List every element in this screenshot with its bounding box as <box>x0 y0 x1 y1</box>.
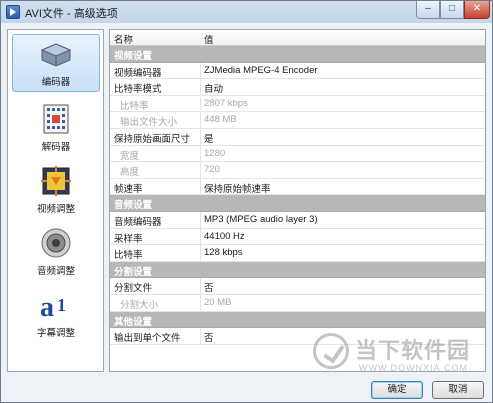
window-title: AVI文件 - 高级选项 <box>25 8 118 20</box>
grid-header: 名称 值 <box>110 30 485 46</box>
watermark-url: WWW.DOWNXIA.COM <box>359 363 468 373</box>
property-name: 高度 <box>120 167 140 179</box>
property-value: 20 MB <box>204 296 232 308</box>
subtitle-text-icon: a 1 <box>39 289 73 323</box>
property-value: 720 <box>204 164 220 176</box>
section-header-row: 其他设置 <box>110 311 485 329</box>
column-header-name[interactable]: 名称 <box>114 32 133 46</box>
dialog-window: AVI文件 - 高级选项 – □ ✕ 编码器 解码器 视频调整 音频调整 a 1… <box>0 0 493 403</box>
section-title: 其他设置 <box>114 316 153 328</box>
property-value: 1280 <box>204 147 226 159</box>
section-header-row: 视频设置 <box>110 46 485 63</box>
column-divider <box>200 128 201 145</box>
property-name: 音频编码器 <box>114 216 162 228</box>
section-header-row: 音频设置 <box>110 195 485 212</box>
section-title: 视频设置 <box>114 51 153 62</box>
downxia-logo-icon <box>313 333 349 369</box>
property-row[interactable]: 比特率 128 kbps <box>110 245 485 262</box>
property-row[interactable]: 宽度 1280 <box>110 145 485 163</box>
column-divider <box>200 328 201 344</box>
column-divider <box>200 112 201 128</box>
sidebar-item-decoder[interactable]: 解码器 <box>12 100 100 158</box>
property-row[interactable]: 分割文件 否 <box>110 278 485 295</box>
dialog-body: 编码器 解码器 视频调整 音频调整 a 1 字幕调整 名称 值 视频设置 视频编… <box>7 29 486 372</box>
encoder-device-icon <box>39 38 73 70</box>
speaker-icon <box>39 227 73 259</box>
video-adjust-icon <box>39 165 73 197</box>
property-name: 分割文件 <box>114 283 153 295</box>
property-name: 采样率 <box>114 233 143 245</box>
maximize-button[interactable]: □ <box>440 1 464 19</box>
property-value[interactable]: 否 <box>204 280 214 294</box>
column-divider <box>200 228 201 245</box>
ok-button[interactable]: 确定 <box>371 381 423 399</box>
property-value: 448 MB <box>204 114 237 126</box>
column-divider <box>200 145 201 162</box>
category-sidebar: 编码器 解码器 视频调整 音频调整 a 1 字幕调整 <box>7 29 104 372</box>
sidebar-item-label: 字幕调整 <box>36 328 75 339</box>
watermark-title: 当下软件园 <box>355 338 471 363</box>
sidebar-item-label: 解码器 <box>41 142 71 153</box>
property-value[interactable]: ZJMedia MPEG-4 Encoder <box>204 65 318 76</box>
column-divider <box>200 95 201 112</box>
section-title: 音频设置 <box>114 200 153 212</box>
property-name: 输出文件大小 <box>120 117 178 129</box>
property-value[interactable]: 保持原始帧速率 <box>204 181 271 195</box>
property-value[interactable]: 128 kbps <box>204 247 243 258</box>
column-divider <box>200 245 201 261</box>
column-divider <box>200 294 201 311</box>
property-name: 输出到单个文件 <box>114 333 181 345</box>
svg-text:1: 1 <box>57 295 66 315</box>
column-divider <box>200 178 201 195</box>
minimize-button[interactable]: – <box>416 1 440 19</box>
sidebar-item-video-adjust[interactable]: 视频调整 <box>12 162 100 220</box>
column-divider <box>200 162 201 178</box>
property-value[interactable]: 自动 <box>204 81 223 95</box>
property-name: 宽度 <box>120 150 140 162</box>
property-row[interactable]: 输出文件大小 448 MB <box>110 112 485 129</box>
column-divider <box>200 211 201 228</box>
sidebar-item-subtitle-adjust[interactable]: a 1 字幕调整 <box>12 286 100 344</box>
property-name: 比特率模式 <box>114 84 162 96</box>
property-name: 帧速率 <box>114 183 143 195</box>
sidebar-item-label: 音频调整 <box>36 266 75 277</box>
sidebar-item-label: 视频调整 <box>36 204 75 215</box>
property-row[interactable]: 比特率模式 自动 <box>110 79 485 96</box>
column-divider <box>200 62 201 79</box>
property-row[interactable]: 高度 720 <box>110 162 485 179</box>
sidebar-item-audio-adjust[interactable]: 音频调整 <box>12 224 100 282</box>
cancel-button[interactable]: 取消 <box>432 381 484 399</box>
property-name: 视频编码器 <box>114 67 162 79</box>
property-value[interactable]: 否 <box>204 330 214 344</box>
section-title: 分割设置 <box>114 266 153 278</box>
property-row[interactable]: 采样率 44100 Hz <box>110 228 485 246</box>
property-name: 分割大小 <box>120 299 159 311</box>
property-value[interactable]: 是 <box>204 131 214 145</box>
property-name: 保持原始画面尺寸 <box>114 133 191 145</box>
property-row[interactable]: 分割大小 20 MB <box>110 294 485 312</box>
property-grid: 名称 值 视频设置视频编码器 ZJMedia MPEG-4 Encoder 比特率模… <box>109 29 486 372</box>
property-name: 比特率 <box>120 100 149 112</box>
property-value[interactable]: 44100 Hz <box>204 231 245 242</box>
column-divider <box>200 79 201 95</box>
property-row[interactable]: 帧速率 保持原始帧速率 <box>110 178 485 196</box>
svg-text:a: a <box>40 292 54 321</box>
decoder-chip-icon <box>39 103 73 135</box>
property-row[interactable]: 音频编码器 MP3 (MPEG audio layer 3) <box>110 211 485 229</box>
sidebar-item-label: 编码器 <box>41 77 71 88</box>
property-value: 2807 kbps <box>204 97 248 109</box>
property-row[interactable]: 比特率 2807 kbps <box>110 95 485 113</box>
property-row[interactable]: 视频编码器 ZJMedia MPEG-4 Encoder <box>110 62 485 80</box>
property-name: 比特率 <box>114 250 143 262</box>
property-row[interactable]: 保持原始画面尺寸 是 <box>110 128 485 146</box>
sidebar-item-encoder[interactable]: 编码器 <box>12 34 100 92</box>
title-bar: AVI文件 - 高级选项 – □ ✕ <box>1 1 492 23</box>
app-icon <box>6 5 20 19</box>
property-value[interactable]: MP3 (MPEG audio layer 3) <box>204 214 318 225</box>
column-divider <box>200 278 201 294</box>
column-header-value[interactable]: 值 <box>204 32 214 46</box>
grid-rows: 视频设置 视频编码器 ZJMedia MPEG-4 Encoder 比特率模式 自动 比特… <box>110 46 485 345</box>
section-header-row: 分割设置 <box>110 261 485 279</box>
close-button[interactable]: ✕ <box>464 1 490 19</box>
